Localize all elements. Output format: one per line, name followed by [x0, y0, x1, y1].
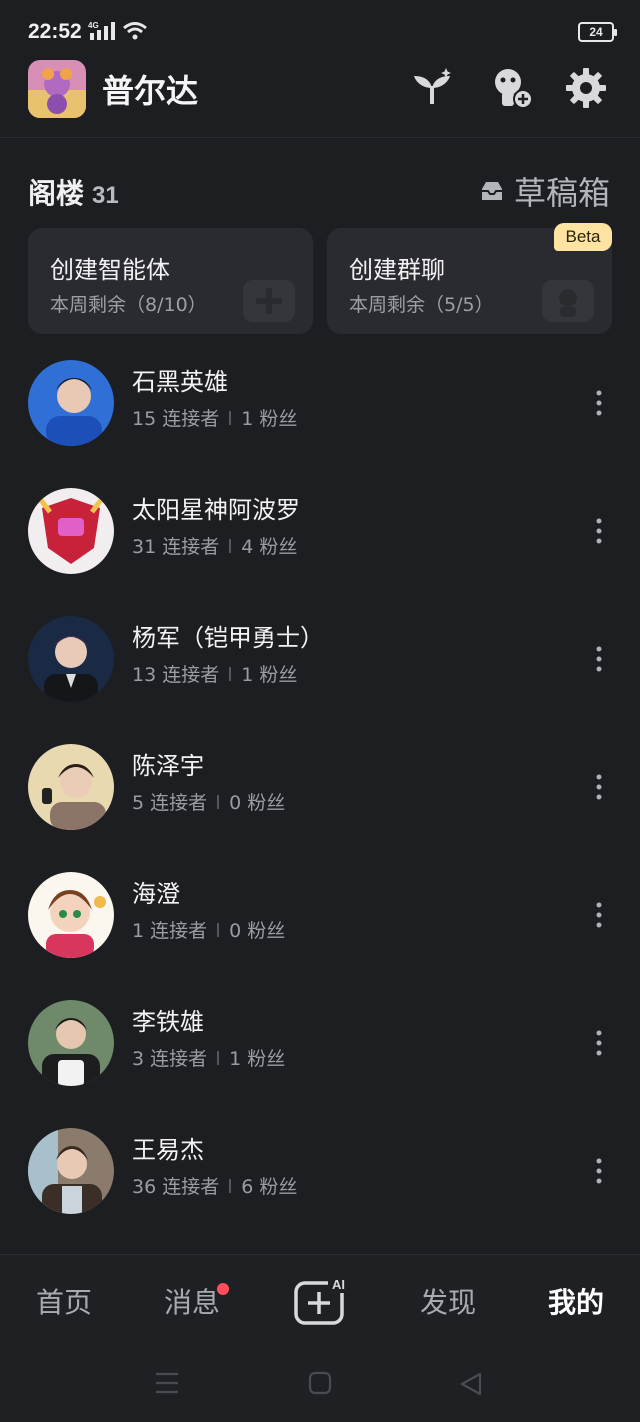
create-agent-card[interactable]: 创建智能体 本周剩余（8/10）: [28, 228, 313, 334]
list-item[interactable]: 陈泽宇 5 连接者 0 粉丝: [0, 724, 640, 852]
back-triangle-icon[interactable]: [458, 1371, 484, 1397]
connectors-count: 13 连接者: [132, 664, 220, 686]
card-quota: 本周剩余（5/5）: [349, 294, 494, 316]
list-item[interactable]: 杨军（铠甲勇士） 13 连接者 1 粉丝: [0, 596, 640, 724]
inbox-icon: [481, 182, 502, 200]
beta-badge: Beta: [554, 223, 612, 251]
more-options-icon[interactable]: [596, 390, 602, 416]
nav-discover[interactable]: 发现: [420, 1281, 476, 1321]
settings-gear-icon[interactable]: [564, 66, 608, 110]
more-options-icon[interactable]: [596, 1030, 602, 1056]
avatar: [28, 872, 114, 958]
more-options-icon[interactable]: [596, 1158, 602, 1184]
card-title: 创建智能体: [50, 256, 170, 284]
avatar: [28, 488, 114, 574]
notification-dot: [217, 1283, 229, 1295]
agent-stats: 1 连接者 0 粉丝: [132, 916, 285, 943]
connectors-count: 1 连接者: [132, 920, 208, 942]
agent-stats: 31 连接者 4 粉丝: [132, 532, 297, 559]
fans-count: 1 粉丝: [241, 408, 298, 430]
fans-count: 0 粉丝: [229, 920, 286, 942]
section-title-label: 阁楼: [28, 177, 85, 210]
menu-icon[interactable]: [154, 1371, 180, 1395]
status-time: 22:52: [28, 20, 82, 43]
connectors-count: 36 连接者: [132, 1176, 220, 1198]
list-item[interactable]: 石黑英雄 15 连接者 1 粉丝: [0, 340, 640, 468]
sprout-icon[interactable]: [410, 66, 454, 110]
connectors-count: 3 连接者: [132, 1048, 208, 1070]
agent-plus-icon: [243, 280, 295, 322]
list-item[interactable]: 李铁雄 3 连接者 1 粉丝: [0, 980, 640, 1108]
more-options-icon[interactable]: [596, 902, 602, 928]
avatar: [28, 1128, 114, 1214]
agent-name: 陈泽宇: [132, 752, 204, 780]
nav-messages[interactable]: 消息: [164, 1281, 220, 1321]
divider: [217, 794, 220, 809]
nav-mine[interactable]: 我的: [548, 1281, 604, 1321]
section-title: 阁楼 31: [28, 172, 119, 212]
home-square-icon[interactable]: [308, 1371, 332, 1395]
fans-count: 1 粉丝: [229, 1048, 286, 1070]
fans-count: 4 粉丝: [241, 536, 298, 558]
drafts-button[interactable]: 草稿箱: [480, 168, 610, 214]
list-item[interactable]: 海澄 1 连接者 0 粉丝: [0, 852, 640, 980]
status-bar: 22:52 4G 24: [0, 0, 640, 62]
agent-stats: 13 连接者 1 粉丝: [132, 660, 297, 687]
create-ai-icon[interactable]: AI: [292, 1275, 352, 1327]
card-title: 创建群聊: [349, 256, 445, 284]
wifi-icon: [123, 22, 147, 40]
agent-stats: 15 连接者 1 粉丝: [132, 404, 297, 431]
agent-name: 王易杰: [132, 1136, 204, 1164]
svg-text:AI: AI: [332, 1277, 345, 1292]
username: 普尔达: [102, 72, 199, 110]
section-count: 31: [92, 182, 119, 209]
list-item[interactable]: 太阳星神阿波罗 31 连接者 4 粉丝: [0, 468, 640, 596]
user-avatar[interactable]: [28, 60, 86, 118]
agent-stats: 36 连接者 6 粉丝: [132, 1172, 297, 1199]
list-item[interactable]: 王易杰 36 连接者 6 粉丝: [0, 1108, 640, 1236]
divider: [229, 410, 232, 425]
divider: [229, 538, 232, 553]
avatar: [28, 360, 114, 446]
nav-home[interactable]: 首页: [36, 1281, 92, 1321]
agent-stats: 3 连接者 1 粉丝: [132, 1044, 285, 1071]
add-friend-icon[interactable]: [490, 66, 534, 110]
agent-name: 李铁雄: [132, 1008, 204, 1036]
cell-signal-icon: 4G: [88, 21, 115, 40]
drafts-label: 草稿箱: [513, 174, 610, 212]
more-options-icon[interactable]: [596, 518, 602, 544]
group-icon: [542, 280, 594, 322]
card-quota: 本周剩余（8/10）: [50, 294, 207, 316]
svg-text:4G: 4G: [88, 21, 99, 30]
agent-name: 石黑英雄: [132, 368, 228, 396]
divider: [217, 1050, 220, 1065]
avatar: [28, 1000, 114, 1086]
fans-count: 0 粉丝: [229, 792, 286, 814]
avatar: [28, 616, 114, 702]
divider: [217, 922, 220, 937]
connectors-count: 5 连接者: [132, 792, 208, 814]
divider: [229, 666, 232, 681]
divider: [229, 1178, 232, 1193]
agent-name: 杨军（铠甲勇士）: [132, 624, 324, 652]
avatar: [28, 744, 114, 830]
agent-name: 太阳星神阿波罗: [132, 496, 300, 524]
more-options-icon[interactable]: [596, 774, 602, 800]
agent-name: 海澄: [132, 880, 180, 908]
connectors-count: 31 连接者: [132, 536, 220, 558]
connectors-count: 15 连接者: [132, 408, 220, 430]
battery-indicator: 24: [578, 22, 617, 42]
profile-header: 普尔达: [0, 56, 640, 138]
agent-stats: 5 连接者 0 粉丝: [132, 788, 285, 815]
fans-count: 1 粉丝: [241, 664, 298, 686]
fans-count: 6 粉丝: [241, 1176, 298, 1198]
more-options-icon[interactable]: [596, 646, 602, 672]
bottom-nav: 首页 消息 AI 发现 我的: [0, 1254, 640, 1422]
